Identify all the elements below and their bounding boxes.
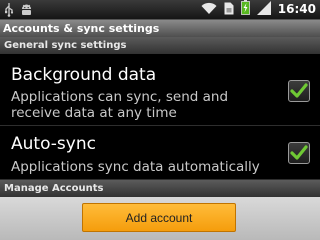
sim-card-icon: [224, 0, 234, 19]
checkmark-icon: [290, 83, 308, 98]
pref-summary-background-data: Applications can sync, send and receive …: [11, 89, 229, 121]
section-header-general: General sync settings: [0, 37, 320, 54]
bottom-button-bar: Add account: [0, 197, 320, 240]
background-data-checkbox[interactable]: [288, 80, 310, 102]
pref-auto-sync[interactable]: Auto-sync Applications sync data automat…: [0, 126, 320, 180]
section-header-manage-accounts: Manage Accounts: [0, 180, 320, 197]
page-title: Accounts & sync settings: [0, 20, 320, 37]
pref-title-background-data: Background data: [11, 65, 157, 85]
android-debug-icon: [20, 2, 33, 21]
wifi-icon: [201, 0, 217, 19]
signal-icon: [256, 0, 271, 19]
checkmark-icon: [290, 145, 308, 160]
usb-icon: [4, 2, 14, 21]
pref-summary-auto-sync: Applications sync data automatically: [11, 159, 260, 175]
pref-background-data[interactable]: Background data Applications can sync, s…: [0, 54, 320, 126]
add-account-button[interactable]: Add account: [82, 203, 236, 232]
auto-sync-checkbox[interactable]: [288, 142, 310, 164]
status-bar: 16:40: [0, 0, 320, 20]
pref-title-auto-sync: Auto-sync: [11, 134, 96, 154]
status-clock: 16:40: [277, 2, 316, 16]
battery-charging-icon: [240, 0, 250, 19]
